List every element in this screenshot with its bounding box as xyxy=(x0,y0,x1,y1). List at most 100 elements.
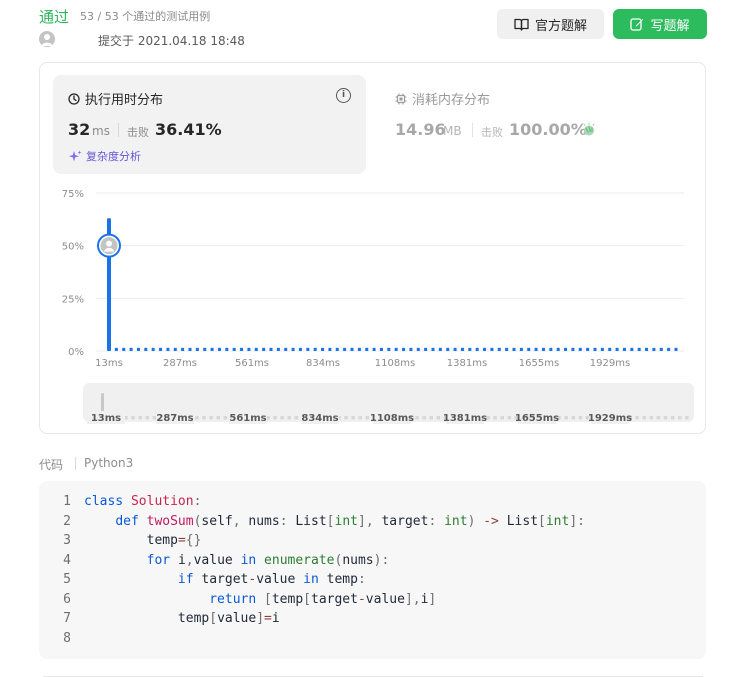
bar xyxy=(571,347,575,351)
code-token: - xyxy=(248,572,257,587)
code-token: ] xyxy=(428,591,437,607)
bar xyxy=(394,347,398,351)
bar xyxy=(313,347,317,351)
minimap-tick-label: 1381ms xyxy=(443,413,487,424)
code-token: target xyxy=(381,513,429,529)
bar xyxy=(343,347,347,351)
code-token: target xyxy=(311,591,358,607)
minimap-bar xyxy=(351,416,355,420)
code-token: [ xyxy=(326,513,335,529)
code-token: value xyxy=(365,591,405,607)
x-tick-label: 1929ms xyxy=(590,358,630,369)
code-token: [ xyxy=(264,591,272,607)
minimap-bar xyxy=(670,416,675,420)
minimap-tick-label: 287ms xyxy=(156,413,193,424)
bar xyxy=(674,347,678,351)
code-line: 2 def twoSum(self, nums: List[int], targ… xyxy=(55,512,585,532)
x-tick-label: 834ms xyxy=(306,358,340,369)
bar xyxy=(541,347,545,351)
bar xyxy=(622,347,626,351)
bar xyxy=(372,347,376,351)
minimap-tick-label: 1108ms xyxy=(370,413,414,424)
bar xyxy=(203,347,207,351)
code-line: 6 return [temp[target - value], i] xyxy=(55,590,585,610)
code-token: in xyxy=(303,572,319,587)
range-slider-handle xyxy=(101,393,104,413)
bar xyxy=(519,347,523,351)
code-token: Solution xyxy=(130,494,194,509)
minimap-bar xyxy=(294,416,299,420)
minimap-bar xyxy=(678,416,682,420)
minimap-bar xyxy=(685,416,689,420)
bar xyxy=(335,347,339,351)
minimap-tick-label: 1929ms xyxy=(588,413,632,424)
bar xyxy=(578,347,582,351)
minimap-bar xyxy=(415,416,419,420)
bar xyxy=(637,347,641,351)
bar xyxy=(357,347,361,351)
bar xyxy=(497,347,501,351)
code-token: , xyxy=(185,552,194,568)
bar xyxy=(527,347,531,351)
bar xyxy=(608,347,612,351)
bar xyxy=(460,347,464,351)
code-token: return xyxy=(209,591,257,607)
bar xyxy=(593,347,597,351)
code-token: {} xyxy=(185,533,202,548)
code-token: : xyxy=(577,513,585,529)
code-token: [ xyxy=(209,611,218,626)
bar xyxy=(350,347,354,351)
code-token: enumerate xyxy=(264,552,335,568)
code-token: value xyxy=(217,611,257,626)
bar xyxy=(505,347,509,351)
minimap-bar xyxy=(422,416,426,420)
line-number: 5 xyxy=(63,572,71,587)
code-line: 7 temp[value] = i xyxy=(55,609,585,629)
your-submission-marker[interactable] xyxy=(97,233,121,258)
minimap-tick-label: 561ms xyxy=(229,413,266,424)
bar xyxy=(195,347,199,351)
code-token: ] xyxy=(357,513,366,529)
code-token: -> xyxy=(483,513,499,529)
bar xyxy=(321,347,325,351)
line-number: 3 xyxy=(63,533,71,548)
minimap-tick-label: 1655ms xyxy=(515,413,559,424)
bar xyxy=(276,347,280,351)
y-axis: 75% 50% 25% 0% xyxy=(62,189,84,358)
code-token: ): xyxy=(373,552,390,568)
minimap-bar xyxy=(358,416,362,420)
code-token: temp xyxy=(271,591,304,607)
minimap-bar xyxy=(564,416,568,420)
line-number: 2 xyxy=(63,513,71,529)
code-token: i xyxy=(177,552,186,568)
code-token: int xyxy=(545,513,570,529)
range-slider[interactable]: 13ms 287ms 561ms 834ms 1108ms 1381ms 1655ms 192… xyxy=(83,383,694,424)
code-token: temp xyxy=(326,572,358,587)
bar xyxy=(328,347,332,351)
x-tick-label: 287ms xyxy=(163,358,197,369)
code-token: List xyxy=(506,513,539,529)
bar xyxy=(424,347,428,351)
minimap-bar xyxy=(649,416,654,420)
bar xyxy=(379,347,383,351)
runtime-distribution-chart[interactable]: 75% 50% 25% 0% 13ms 287ms 561ms 834ms 1108ms 138… xyxy=(0,0,741,440)
minimap-tick-label: 834ms xyxy=(301,413,338,424)
bar xyxy=(173,347,177,351)
divider xyxy=(75,457,76,470)
minimap-bar xyxy=(273,416,277,420)
bar xyxy=(534,347,538,351)
code-token: - xyxy=(357,591,366,607)
minimap-bar xyxy=(642,416,646,420)
minimap-bar xyxy=(500,416,504,420)
code-token: temp xyxy=(177,611,210,626)
code-token: int xyxy=(334,513,358,529)
